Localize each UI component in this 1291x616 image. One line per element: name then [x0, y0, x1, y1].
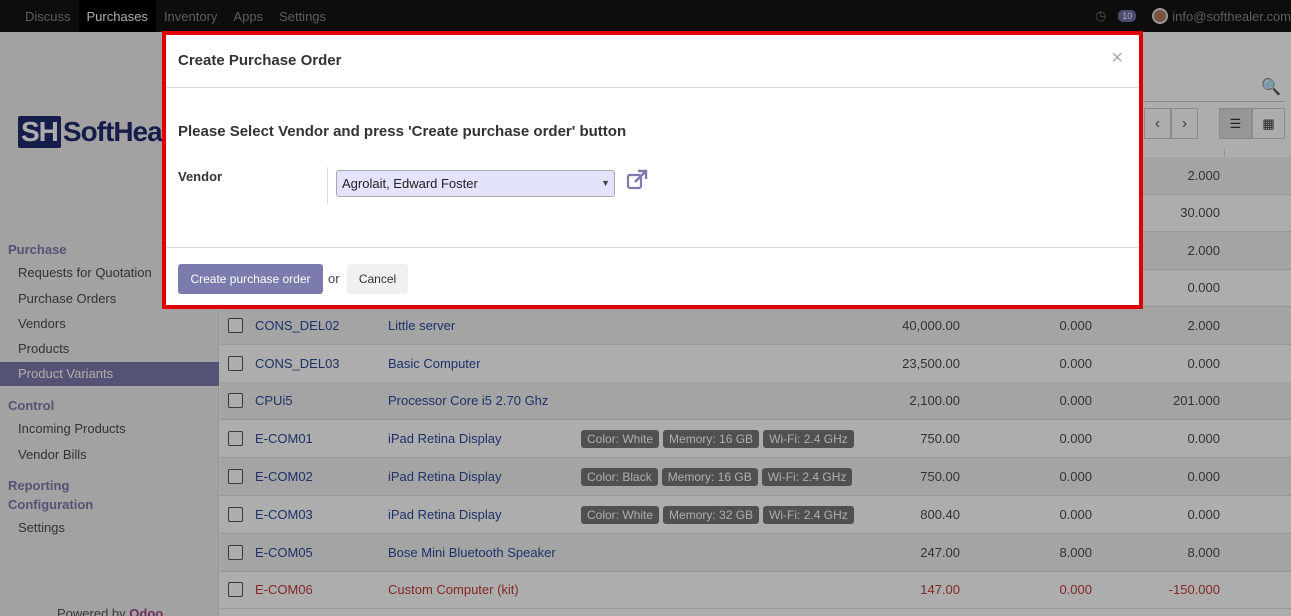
cancel-button[interactable]: Cancel: [347, 264, 408, 294]
close-icon[interactable]: ×: [1111, 47, 1123, 70]
external-link-icon[interactable]: [626, 169, 648, 191]
vendor-select[interactable]: Agrolait, Edward Foster ▼: [336, 170, 615, 197]
modal-header: Create Purchase Order ×: [166, 35, 1139, 88]
or-separator: or: [328, 271, 340, 286]
field-divider: [327, 167, 328, 204]
vendor-label: Vendor: [178, 169, 223, 184]
modal-instruction: Please Select Vendor and press 'Create p…: [178, 123, 627, 140]
caret-down-icon: ▼: [601, 178, 610, 188]
modal-footer: Create purchase order or Cancel: [166, 247, 1139, 305]
vendor-selected-value: Agrolait, Edward Foster: [342, 176, 478, 191]
modal-title: Create Purchase Order: [178, 52, 342, 69]
create-purchase-order-dialog: Create Purchase Order × Please Select Ve…: [162, 31, 1143, 309]
create-purchase-order-button[interactable]: Create purchase order: [178, 264, 323, 294]
modal-body: Please Select Vendor and press 'Create p…: [166, 89, 1139, 248]
